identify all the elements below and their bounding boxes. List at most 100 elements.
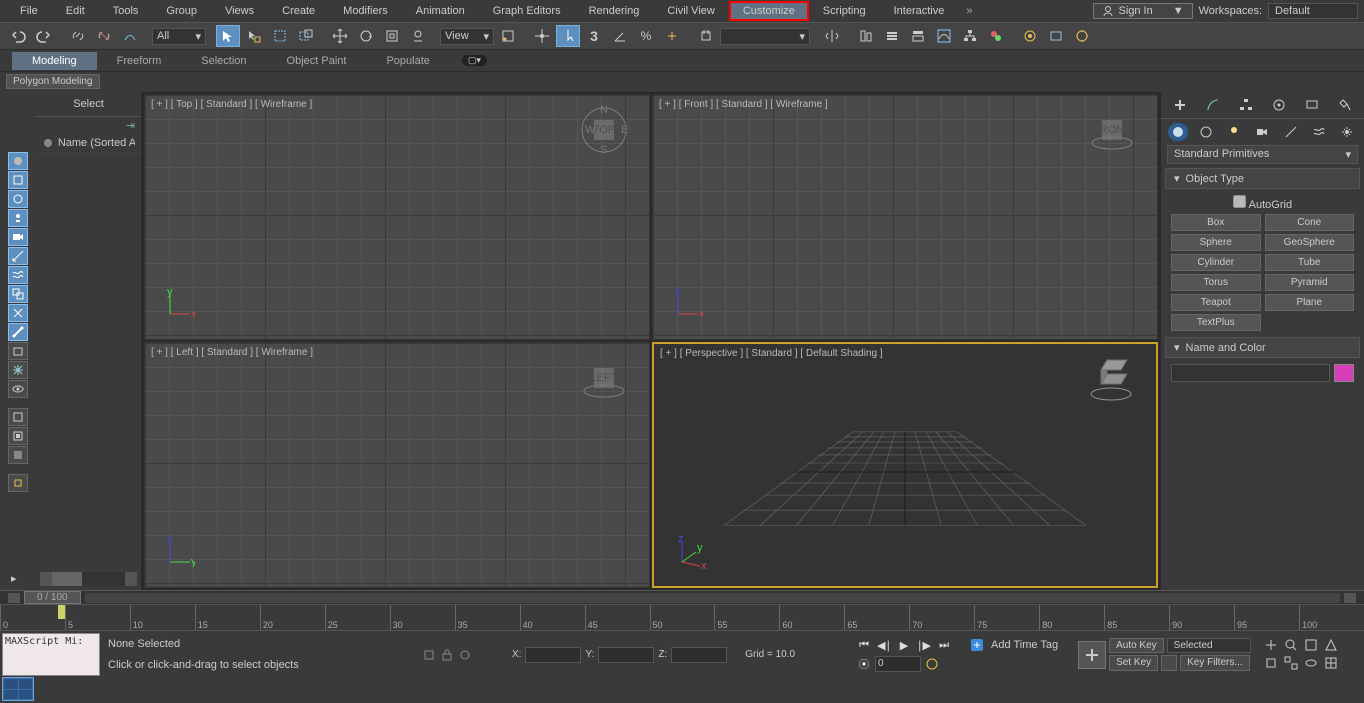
selection-region-button[interactable] bbox=[268, 25, 292, 47]
modify-tab[interactable] bbox=[1202, 96, 1224, 114]
scroll-right-icon[interactable] bbox=[125, 572, 137, 586]
sel-children-icon[interactable] bbox=[8, 427, 28, 445]
sel-sync-icon[interactable] bbox=[8, 474, 28, 492]
menu-civilview[interactable]: Civil View bbox=[653, 1, 728, 21]
pyramid-button[interactable]: Pyramid bbox=[1265, 274, 1355, 291]
name-column-header[interactable]: Name (Sorted A bbox=[36, 133, 141, 154]
ref-coord-dropdown[interactable]: View▾ bbox=[440, 28, 494, 45]
placement-button[interactable] bbox=[406, 25, 430, 47]
percent-snap-button[interactable]: % bbox=[634, 25, 658, 47]
spacewarps-cat[interactable] bbox=[1309, 123, 1329, 141]
z-input[interactable] bbox=[671, 647, 727, 663]
keyfilters-button[interactable]: Key Filters... bbox=[1180, 655, 1250, 671]
menu-overflow-icon[interactable]: » bbox=[966, 5, 972, 17]
schematic-button[interactable] bbox=[958, 25, 982, 47]
display-lights-icon[interactable] bbox=[8, 209, 28, 227]
menu-interactive[interactable]: Interactive bbox=[880, 1, 959, 21]
ribbon-tab-selection[interactable]: Selection bbox=[181, 52, 266, 70]
lights-cat[interactable] bbox=[1224, 123, 1244, 141]
time-ruler[interactable]: 0510152025303540455055606570758085909510… bbox=[0, 604, 1364, 630]
cameras-cat[interactable] bbox=[1252, 123, 1272, 141]
viewport-perspective[interactable]: [ + ] [ Perspective ] [ Standard ] [ Def… bbox=[652, 342, 1158, 588]
next-frame-button[interactable]: ∣▶ bbox=[915, 638, 933, 654]
menu-group[interactable]: Group bbox=[152, 1, 211, 21]
named-sets-button[interactable] bbox=[694, 25, 718, 47]
set-key-big-button[interactable] bbox=[1078, 641, 1106, 669]
snaps-toggle-button[interactable]: 3 bbox=[582, 25, 606, 47]
menu-tools[interactable]: Tools bbox=[99, 1, 153, 21]
viewcube-persp[interactable] bbox=[1086, 354, 1136, 404]
scroll-left-icon[interactable] bbox=[40, 572, 52, 586]
display-helpers-icon[interactable] bbox=[8, 247, 28, 265]
selection-filter-dropdown[interactable]: All▾ bbox=[152, 28, 206, 45]
teapot-button[interactable]: Teapot bbox=[1171, 294, 1261, 311]
time-slider-track[interactable] bbox=[85, 593, 1340, 603]
prev-frame-button[interactable]: ◀∣ bbox=[875, 638, 893, 654]
rotate-button[interactable] bbox=[354, 25, 378, 47]
display-xrefs-icon[interactable] bbox=[8, 304, 28, 322]
current-frame-input[interactable] bbox=[875, 656, 921, 672]
fov-button[interactable] bbox=[1324, 638, 1342, 654]
add-time-tag-button[interactable]: Add Time Tag bbox=[969, 637, 1058, 653]
helpers-cat[interactable] bbox=[1281, 123, 1301, 141]
maxscript-listener[interactable]: MAXScript Mi: bbox=[2, 633, 100, 676]
window-crossing-button[interactable] bbox=[294, 25, 318, 47]
viewport-left[interactable]: [ + ] [ Left ] [ Standard ] [ Wireframe … bbox=[144, 342, 650, 588]
isolate-icon[interactable] bbox=[458, 648, 472, 662]
menu-grapheditors[interactable]: Graph Editors bbox=[479, 1, 575, 21]
curve-editor-button[interactable] bbox=[932, 25, 956, 47]
menu-modifiers[interactable]: Modifiers bbox=[329, 1, 402, 21]
layer-explorer-button[interactable] bbox=[880, 25, 904, 47]
scene-explorer-hscroll[interactable] bbox=[40, 572, 137, 586]
viewport-layout-button[interactable] bbox=[2, 677, 34, 701]
goto-start-button[interactable]: ⏮ bbox=[855, 638, 873, 654]
menu-rendering[interactable]: Rendering bbox=[575, 1, 654, 21]
tube-button[interactable]: Tube bbox=[1265, 254, 1355, 271]
scene-explorer-list[interactable] bbox=[40, 158, 137, 568]
display-all-icon[interactable] bbox=[8, 152, 28, 170]
autogrid-checkbox[interactable]: AutoGrid bbox=[1233, 195, 1292, 211]
shapes-cat[interactable] bbox=[1196, 123, 1216, 141]
menu-views[interactable]: Views bbox=[211, 1, 268, 21]
zoom-extents-all-button[interactable] bbox=[1284, 656, 1302, 672]
align-button[interactable] bbox=[854, 25, 878, 47]
render-button[interactable] bbox=[1070, 25, 1094, 47]
viewport-persp-label[interactable]: [ + ] [ Perspective ] [ Standard ] [ Def… bbox=[660, 348, 883, 359]
torus-button[interactable]: Torus bbox=[1171, 274, 1261, 291]
menu-edit[interactable]: Edit bbox=[52, 1, 99, 21]
menu-scripting[interactable]: Scripting bbox=[809, 1, 880, 21]
render-frame-button[interactable] bbox=[1044, 25, 1068, 47]
sel-expand-icon[interactable] bbox=[8, 408, 28, 426]
link-button[interactable] bbox=[66, 25, 90, 47]
zoom-button[interactable] bbox=[1284, 638, 1302, 654]
geometry-cat[interactable] bbox=[1168, 123, 1188, 141]
ribbon-tab-freeform[interactable]: Freeform bbox=[97, 52, 182, 70]
pan-button[interactable] bbox=[1264, 638, 1282, 654]
key-mode-button[interactable]: ⦿ bbox=[855, 656, 873, 672]
y-input[interactable] bbox=[598, 647, 654, 663]
viewport-left-label[interactable]: [ + ] [ Left ] [ Standard ] [ Wireframe … bbox=[151, 347, 313, 358]
workspaces-dropdown[interactable]: Default bbox=[1268, 3, 1358, 19]
setkey-button[interactable]: Set Key bbox=[1109, 655, 1158, 671]
ribbon-toggle-icon[interactable]: ▢▾ bbox=[462, 55, 487, 66]
menu-file[interactable]: File bbox=[6, 1, 52, 21]
hierarchy-tab[interactable] bbox=[1235, 96, 1257, 114]
primitives-dropdown[interactable]: Standard Primitives▾ bbox=[1167, 145, 1358, 164]
signin-button[interactable]: Sign In ▼ bbox=[1093, 3, 1192, 19]
geosphere-button[interactable]: GeoSphere bbox=[1265, 234, 1355, 251]
autokey-button[interactable]: Auto Key bbox=[1109, 638, 1164, 653]
zoom-extents-button[interactable] bbox=[1264, 656, 1282, 672]
time-config-button[interactable] bbox=[923, 656, 941, 672]
unlink-button[interactable] bbox=[92, 25, 116, 47]
viewcube-top[interactable]: TOPNSWE bbox=[579, 105, 629, 155]
keymode-icon[interactable] bbox=[1161, 655, 1177, 671]
viewcube-front[interactable]: FRONT bbox=[1087, 105, 1137, 155]
select-by-name-button[interactable] bbox=[242, 25, 266, 47]
display-cameras-icon[interactable] bbox=[8, 228, 28, 246]
viewcube-left[interactable]: LEFT bbox=[579, 353, 629, 403]
object-name-input[interactable] bbox=[1171, 364, 1330, 382]
viewport-top[interactable]: [ + ] [ Top ] [ Standard ] [ Wireframe ]… bbox=[144, 94, 650, 340]
maximize-viewport-button[interactable] bbox=[1324, 656, 1342, 672]
bind-button[interactable] bbox=[118, 25, 142, 47]
keyboard-shortcut-button[interactable] bbox=[556, 25, 580, 47]
